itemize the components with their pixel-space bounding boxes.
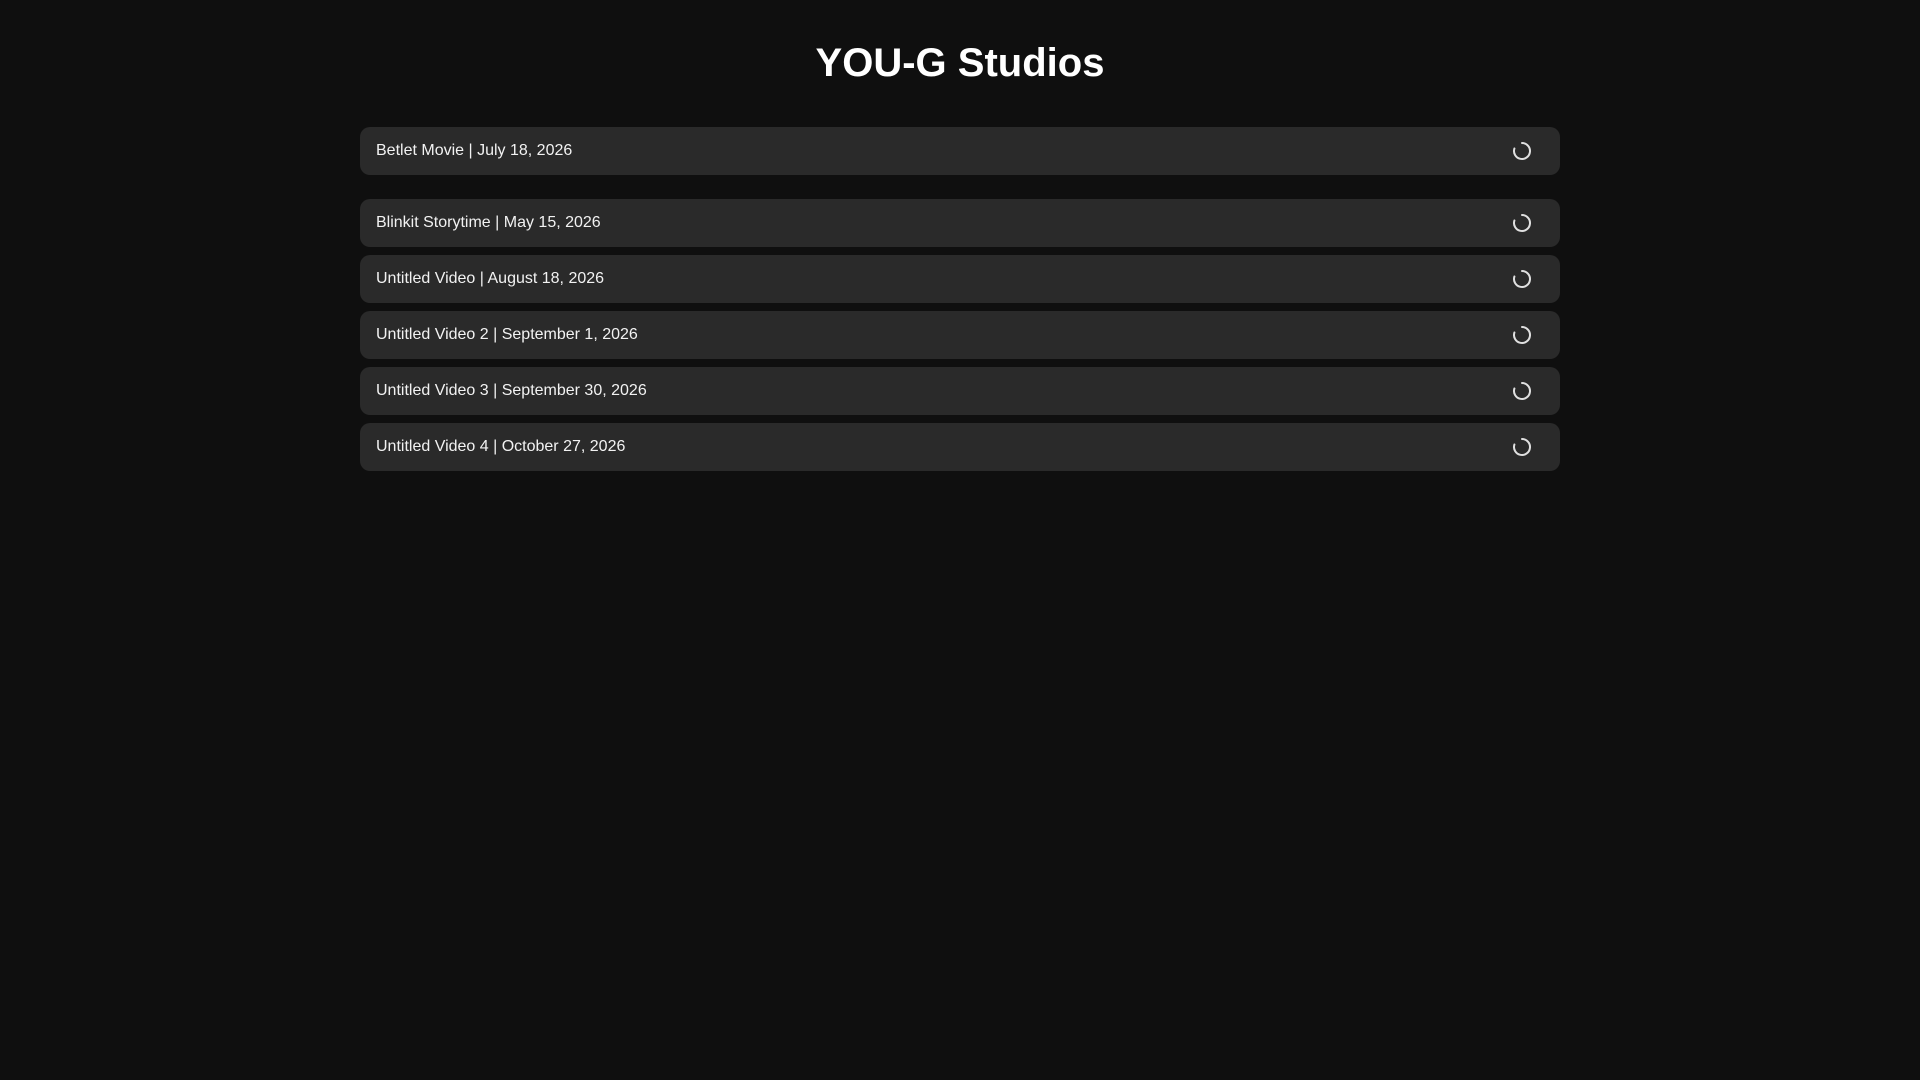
video-item[interactable]: Blinkit Storytime | May 15, 2026 xyxy=(360,199,1560,247)
page: YOU-G Studios Betlet Movie | July 18, 20… xyxy=(0,0,1920,1080)
video-item-label: Untitled Video | August 18, 2026 xyxy=(376,270,605,287)
loading-spinner-icon xyxy=(1512,325,1532,345)
video-item[interactable]: Betlet Movie | July 18, 2026 xyxy=(360,127,1560,175)
loading-spinner-icon xyxy=(1512,269,1532,289)
video-item-label: Blinkit Storytime | May 15, 2026 xyxy=(376,214,601,231)
video-item-label: Untitled Video 2 | September 1, 2026 xyxy=(376,326,638,343)
video-item[interactable]: Untitled Video | August 18, 2026 xyxy=(360,255,1560,303)
page-title: YOU-G Studios xyxy=(815,41,1105,85)
video-list: Betlet Movie | July 18, 2026 Blinkit Sto… xyxy=(360,127,1560,471)
loading-spinner-icon xyxy=(1512,381,1532,401)
loading-spinner-icon xyxy=(1512,141,1532,161)
video-item[interactable]: Untitled Video 2 | September 1, 2026 xyxy=(360,311,1560,359)
video-item[interactable]: Untitled Video 3 | September 30, 2026 xyxy=(360,367,1560,415)
video-item-label: Untitled Video 4 | October 27, 2026 xyxy=(376,438,626,455)
loading-spinner-icon xyxy=(1512,213,1532,233)
video-item[interactable]: Untitled Video 4 | October 27, 2026 xyxy=(360,423,1560,471)
video-item-label: Betlet Movie | July 18, 2026 xyxy=(376,142,573,159)
loading-spinner-icon xyxy=(1512,437,1532,457)
video-item-label: Untitled Video 3 | September 30, 2026 xyxy=(376,382,647,399)
